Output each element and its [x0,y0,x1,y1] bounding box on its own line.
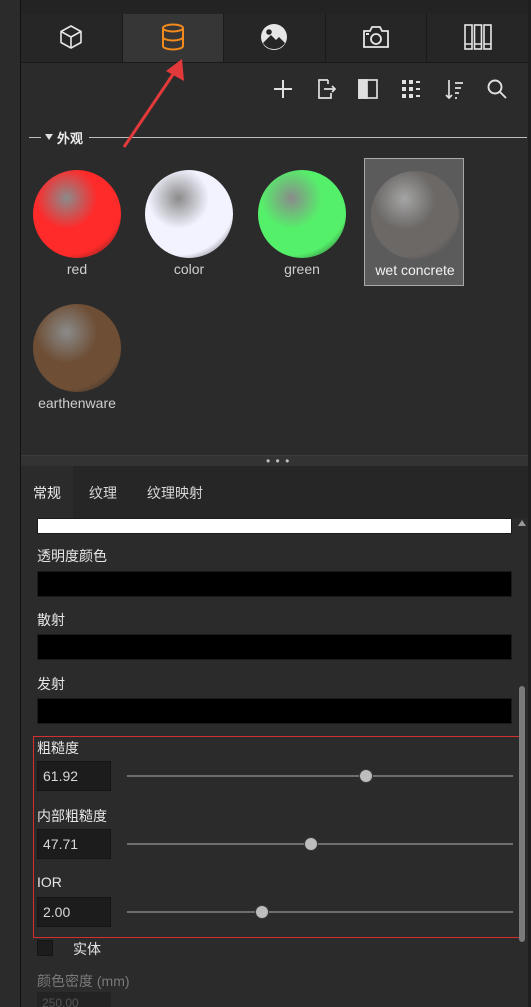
material-swatch-color[interactable]: color [139,158,239,286]
properties-scrollbar[interactable] [518,520,526,1007]
material-label: earthenware [38,395,116,411]
add-material-button[interactable] [269,76,297,104]
material-swatch-green[interactable]: green [252,158,352,286]
material-preview-sphere [33,170,121,258]
tab-environment[interactable] [224,14,326,62]
grid-view-icon [400,78,422,103]
color-density-input[interactable]: 250.00 [37,992,111,1007]
tab-geometry[interactable] [21,14,123,62]
material-panel: 外观 red color green wet concrete earthenw… [21,0,528,1007]
books-icon [462,22,494,55]
properties-pane: 透明度颜色 散射 发射 粗糙度 61.92 内部粗糙度 47.71 IOR 2.… [21,518,528,1007]
cube-icon [57,23,85,54]
emission-color-swatch[interactable] [37,698,512,724]
splitter-grip-icon: • • • [266,454,291,468]
tab-camera[interactable] [326,14,428,62]
search-button[interactable] [483,76,511,104]
search-icon [486,78,508,103]
export-icon [315,78,337,103]
scrollbar-thumb[interactable] [519,686,525,942]
color-density-label: 颜色密度 (mm) [37,973,130,989]
export-button[interactable] [312,76,340,104]
panel-layout-icon [357,78,379,103]
material-preview-sphere [371,171,459,259]
left-dock-strip [0,0,21,1007]
material-preview-sphere [145,170,233,258]
panel-layout-button[interactable] [354,76,382,104]
tab-texture[interactable]: 纹理 [77,466,129,518]
main-tabs [21,14,528,63]
panel-top-band [21,0,528,15]
scatter-color-swatch[interactable] [37,634,512,660]
material-swatch-red[interactable]: red [27,158,127,286]
material-cylinder-icon [159,22,187,55]
material-label: red [66,261,88,277]
tab-materials[interactable] [122,14,225,62]
solid-checkbox[interactable] [37,940,53,956]
sort-icon [443,78,465,103]
material-grid: red color green wet concrete earthenware [21,150,528,455]
tab-texture-mapping[interactable]: 纹理映射 [135,466,215,518]
scatter-label: 散射 [37,612,65,628]
scroll-up-arrow-icon[interactable] [518,520,526,526]
landscape-icon [259,22,289,55]
camera-icon [361,24,391,53]
header-rule-left [29,136,41,138]
transparency-color-swatch[interactable] [37,571,512,597]
transparency-color-label: 透明度颜色 [37,548,107,564]
emission-label: 发射 [37,676,65,692]
solid-label: 实体 [73,941,101,957]
material-label: color [173,261,205,277]
material-label: green [284,261,320,277]
tab-library[interactable] [427,14,528,62]
appearance-section-header[interactable]: 外观 [29,128,527,146]
section-title: 外观 [57,130,84,146]
material-label: wet concrete [375,262,455,278]
materials-toolbar [21,62,528,118]
base-color-swatch[interactable] [37,518,512,534]
material-swatch-earthenware[interactable]: earthenware [27,292,127,420]
property-tabs: 常规 纹理 纹理映射 [21,466,528,518]
add-icon [272,78,294,103]
header-rule-right [89,136,527,138]
material-preview-sphere [258,170,346,258]
collapse-triangle-icon [45,134,53,140]
tab-general[interactable]: 常规 [21,466,73,518]
annotation-highlight-box [33,736,523,938]
material-preview-sphere [33,304,121,392]
grid-view-button[interactable] [397,76,425,104]
material-swatch-wet-concrete[interactable]: wet concrete [364,158,464,286]
sort-button[interactable] [440,76,468,104]
